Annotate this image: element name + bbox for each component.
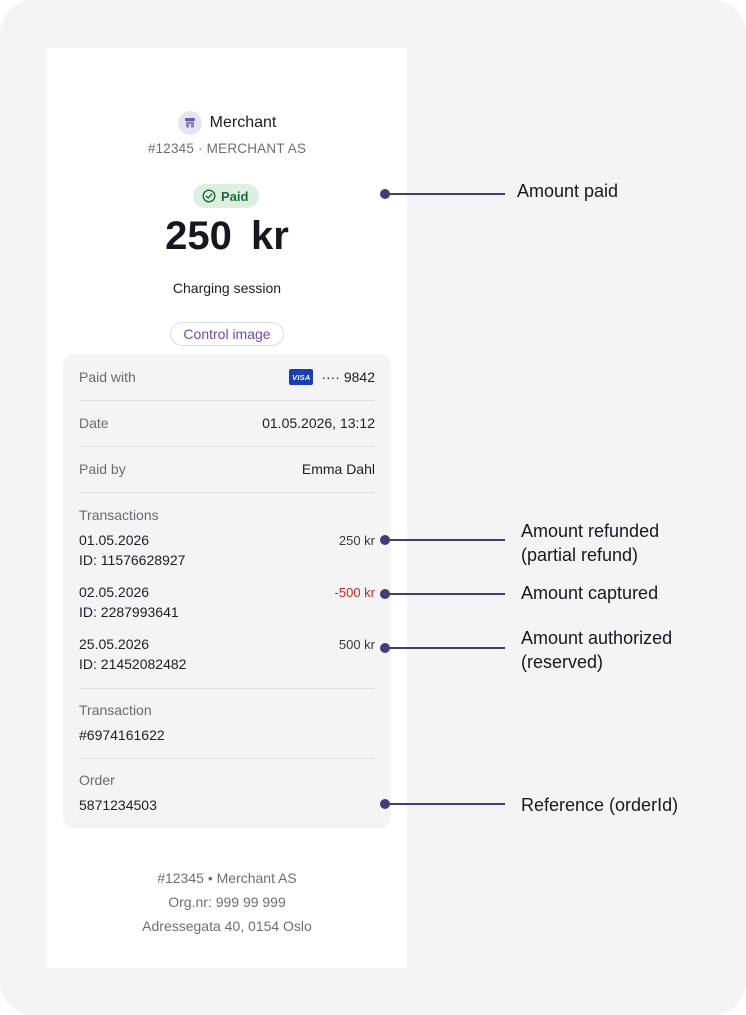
receipt-card: Merchant #12345 · MERCHANT AS Paid 250 k… xyxy=(47,48,407,968)
footer-address: Adressegata 40, 0154 Oslo xyxy=(142,918,312,934)
transaction-amount: 250 kr xyxy=(338,533,375,548)
merchant-header: Merchant xyxy=(47,111,407,135)
status-badge: Paid xyxy=(193,184,260,208)
date-row: Date 01.05.2026, 13:12 xyxy=(79,414,375,432)
annotation-amount-authorized: Amount authorized (reserved) xyxy=(521,626,672,674)
status-label: Paid xyxy=(221,188,249,204)
divider xyxy=(79,688,375,689)
paid-with-label: Paid with xyxy=(79,369,136,385)
annotation-line xyxy=(385,193,505,195)
transaction-id: ID: 11576628927 xyxy=(79,552,186,568)
annotation-line xyxy=(385,803,505,805)
control-image-button[interactable]: Control image xyxy=(170,322,284,346)
divider xyxy=(79,446,375,447)
annotation-amount-paid: Amount paid xyxy=(517,181,619,201)
paid-by-label: Paid by xyxy=(79,461,126,477)
annotation-line xyxy=(385,539,505,541)
transaction-amount: -500 kr xyxy=(334,585,375,600)
annotation-text-line: (reserved) xyxy=(521,652,604,672)
annotation-amount-captured: Amount captured xyxy=(521,583,659,603)
transaction-date: 25.05.2026 xyxy=(79,636,150,652)
footer-org-number: Org.nr: 999 99 999 xyxy=(168,894,286,910)
date-value: 01.05.2026, 13:12 xyxy=(262,415,375,431)
visa-icon: VISA xyxy=(289,369,314,385)
merchant-name: Merchant xyxy=(209,114,277,131)
divider xyxy=(79,758,375,759)
transaction-id: ID: 2287993641 xyxy=(79,604,179,620)
divider xyxy=(79,492,375,493)
transaction-label: Transaction xyxy=(79,702,152,718)
transaction-date: 01.05.2026 xyxy=(79,532,150,548)
annotation-amount-refunded: Amount refunded (partial refund) xyxy=(521,519,659,567)
order-label: Order xyxy=(79,772,115,788)
transaction-date: 02.05.2026 xyxy=(79,584,150,600)
divider xyxy=(79,400,375,401)
footer-merchant: #12345 • Merchant AS xyxy=(157,870,297,886)
annotation-reference: Reference (orderId) xyxy=(521,795,679,815)
amount-paid: 250 kr xyxy=(165,214,289,258)
annotation-text-line: (partial refund) xyxy=(521,545,639,565)
paid-by-row: Paid by Emma Dahl xyxy=(79,460,375,478)
card-info: VISA ···· 9842 xyxy=(289,369,375,385)
card-number: ···· 9842 xyxy=(321,369,375,385)
merchant-subtitle: #12345 · MERCHANT AS xyxy=(147,141,307,156)
payment-description: Charging session xyxy=(172,280,282,296)
paid-with-row: Paid with VISA ···· 9842 xyxy=(79,368,375,386)
transaction-id: ID: 21452082482 xyxy=(79,656,187,672)
details-card: Paid with VISA ···· 9842 Date 01.05.2026… xyxy=(63,354,391,828)
annotation-line xyxy=(385,593,505,595)
date-label: Date xyxy=(79,415,109,431)
store-icon xyxy=(177,111,202,135)
paid-by-value: Emma Dahl xyxy=(301,461,375,477)
transactions-label: Transactions xyxy=(79,507,159,523)
annotation-text-line: Amount authorized xyxy=(521,628,673,648)
order-value: 5871234503 xyxy=(79,797,157,813)
annotation-text-line: Amount refunded xyxy=(521,521,660,541)
transaction-number: #6974161622 xyxy=(79,727,165,743)
annotation-line xyxy=(385,647,505,649)
check-circle-icon xyxy=(202,189,216,203)
transaction-amount: 500 kr xyxy=(338,637,375,652)
